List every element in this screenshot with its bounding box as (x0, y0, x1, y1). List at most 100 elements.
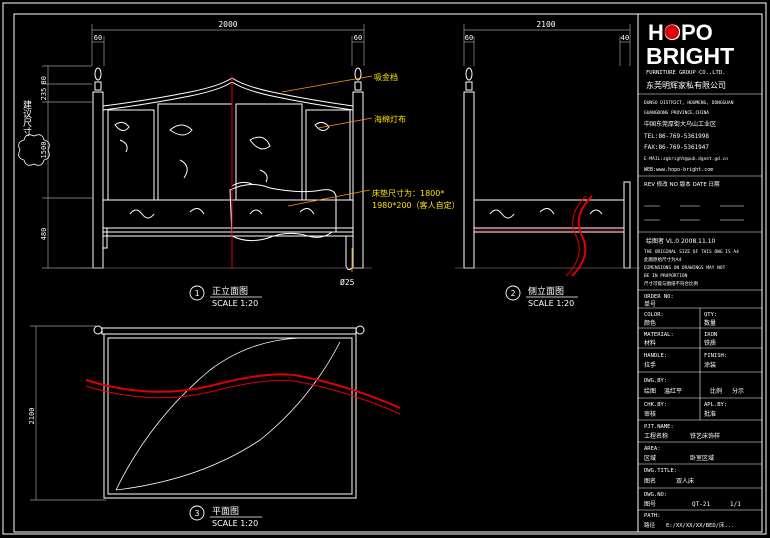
note-line4: BE IN PROPORTION (644, 273, 688, 279)
address-line1: DUNSO DISTRICT, HOUMENG, DONGGUAN (644, 100, 734, 106)
front-bed-frame (92, 67, 364, 271)
plan-break-wave-inner (85, 379, 401, 415)
path-label: PATH: (644, 513, 661, 519)
plan-view: 2100 3 平面图 SCALE 1:20 (28, 325, 401, 528)
label-fabric: 海绵灯布 (374, 114, 406, 124)
area-cn: 区域 (644, 454, 656, 462)
qty-cn: 数量 (704, 319, 716, 327)
note-line1: THE ORIGINAL SIZE OF THIS DWG IS A4 (644, 249, 739, 255)
side-view-scale: SCALE 1:20 (528, 299, 574, 308)
handle-cn: 拉手 (644, 361, 656, 369)
company-en: FURNITURE GROUP CO.,LTD. (646, 70, 725, 76)
front-view-title: 正立面图 (212, 285, 248, 297)
color-label: COLOR: (644, 312, 664, 318)
material-value-cn: 铁质 (704, 339, 716, 347)
plan-break-wave-outer (85, 373, 401, 409)
project-label: PJT.NAME: (644, 424, 674, 430)
tel-line: TEL:86-769-5361998 (644, 133, 709, 140)
designer-line: 绘图者 VL.0 2008.11.10 (646, 237, 716, 245)
order-no-cn: 单号 (644, 300, 656, 308)
view-number-3: 3 (195, 509, 200, 518)
side-view: 2100 60 40 2 侧立面图 SCALE 1:20 (455, 20, 640, 308)
scale-cn: 比例 (710, 387, 722, 395)
view-number-1: 1 (195, 289, 200, 298)
dim-top-b: 235 (40, 88, 48, 101)
front-leaders (281, 75, 373, 272)
address-line3: 中国东莞厚街大乌山工业区 (644, 120, 716, 128)
project-value: 铁艺床饰样 (690, 432, 720, 440)
bed-size-line2: 1980*200（客人自定） (372, 200, 460, 210)
plan-dim-height: 2100 (28, 408, 36, 425)
chk-by-cn: 审核 (644, 410, 656, 418)
sheet-number: 1/1 (730, 501, 741, 508)
dwg-title-value: 双人床 (676, 477, 694, 485)
material-cn: 材料 (644, 339, 656, 347)
label-finial: 吸金档 (374, 72, 398, 82)
dim-top-a: 80 (40, 76, 48, 84)
plan-view-scale: SCALE 1:20 (212, 519, 258, 528)
area-value: 卧室区域 (690, 454, 714, 462)
front-view: 2000 60 60 80 235 1500 480 建议尺寸 吸金档 海绵灯布… (18, 20, 460, 308)
dwg-by-cn: 绘图 (644, 387, 656, 395)
project-cn: 工程名称 (644, 432, 668, 440)
path-cn: 路径 (644, 521, 656, 529)
cad-drawing-canvas: 2000 60 60 80 235 1500 480 建议尺寸 吸金档 海绵灯布… (2, 2, 767, 535)
left-finial (94, 67, 102, 81)
apl-by-cn: 批准 (704, 410, 716, 418)
front-view-scale: SCALE 1:20 (212, 299, 258, 308)
path-value: E:/XX/XX/XX/BED/床... (666, 521, 734, 529)
diameter-label: Ø25 (340, 277, 355, 287)
plan-bed-outline (93, 325, 365, 499)
title-block: HOPO BRIGHT FURNITURE GROUP CO.,LTD. 东莞明… (638, 20, 762, 529)
side-dim-right: 40 (621, 34, 629, 42)
dwg-no-label: DWG.NO: (644, 492, 667, 498)
side-bed-frame (463, 67, 631, 269)
logo-hopo: HOPO (648, 20, 713, 45)
front-dimensions (42, 24, 365, 269)
side-dim-total: 2100 (536, 20, 555, 29)
dim-mid: 1500 (40, 142, 48, 159)
plan-view-title: 平面图 (212, 506, 239, 517)
dwg-by-name: 温红平 (664, 387, 682, 395)
order-no-label: ORDER NO: (644, 294, 674, 300)
web-line: WEB:www.hopo-bright.com (644, 167, 713, 173)
color-cn: 颜色 (644, 319, 656, 327)
note-line2: 此图原始尺寸为A4 (644, 256, 682, 263)
finish-label: FINISH: (704, 353, 727, 359)
logo-bright: BRIGHT (646, 43, 734, 69)
material-label: MATERIAL: (644, 332, 674, 338)
logo-red-dot (665, 25, 679, 39)
material-value: IRON (704, 332, 717, 338)
area-label: AREA: (644, 446, 661, 452)
title-grid (638, 289, 762, 511)
side-dimensions (463, 24, 631, 66)
scale-value: 分示 (732, 387, 744, 395)
rev-rows (638, 205, 762, 233)
dwg-title-label: DWG.TITLE: (644, 468, 677, 474)
qty-label: QTY: (704, 312, 717, 318)
bed-size-line1: 床垫尺寸为：1800* (372, 188, 444, 198)
dwg-title-cn: 图名 (644, 477, 656, 485)
dim-right-post: 60 (354, 34, 362, 42)
email-line: E-MAIL:zgbright@pub.dgnet.gd.cn (644, 156, 728, 162)
dim-total-width: 2000 (218, 20, 237, 29)
handle-label: HANDLE: (644, 353, 667, 359)
dwg-by-label: DWG.BY: (644, 378, 667, 384)
side-note-label: 建议尺寸 (21, 99, 32, 136)
dim-left-post: 60 (94, 34, 102, 42)
fax-line: FAX:86-769-5361947 (644, 144, 709, 151)
side-dim-left: 60 (465, 34, 473, 42)
rev-header: REV 修改 NO 版本 DATE 日期 (644, 180, 720, 188)
chk-by-label: CHK.BY: (644, 402, 667, 408)
address-line2: GUANGDONG PROVINCE,CHINA (644, 110, 709, 116)
plan-dimensions (30, 325, 106, 501)
side-view-title: 侧立面图 (528, 285, 564, 297)
note-line5: 尺寸可能与图纸不符合比例 (644, 280, 698, 287)
note-line3: DIMENSIONS ON DRAWINGS MAY NOT (644, 265, 726, 271)
dwg-no-cn: 图号 (644, 501, 656, 508)
dwg-no-value: QT-21 (692, 501, 710, 508)
finish-cn: 涂装 (704, 361, 716, 369)
view-number-2: 2 (511, 289, 516, 298)
dim-low: 480 (40, 228, 48, 241)
company-cn: 东莞明辉家私有限公司 (646, 80, 726, 90)
